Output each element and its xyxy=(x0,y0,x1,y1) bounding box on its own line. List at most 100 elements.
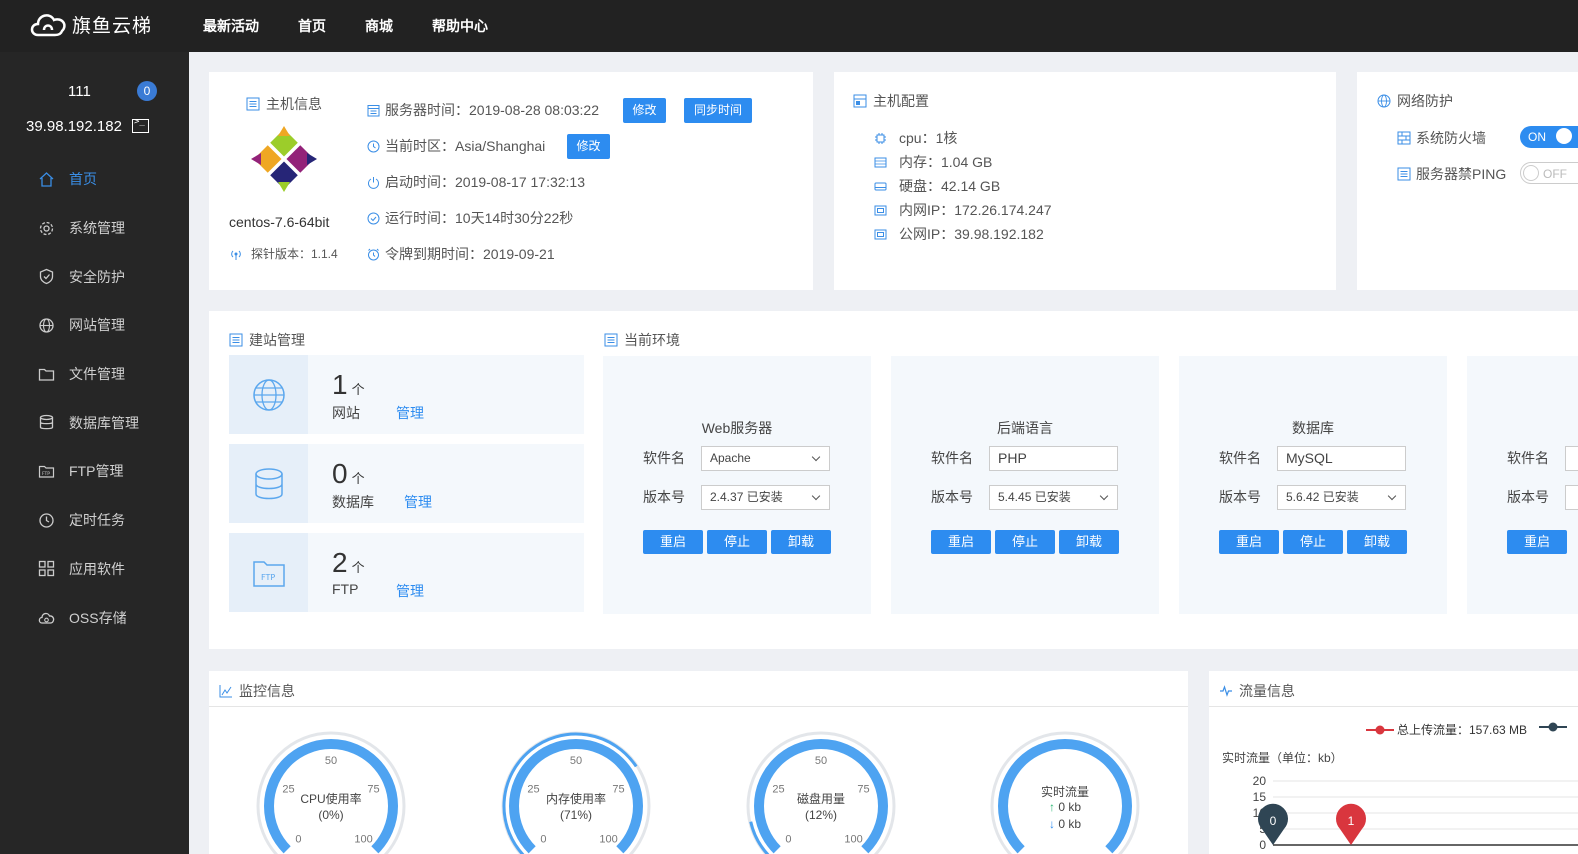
globe-icon xyxy=(252,378,285,411)
manage-ftp-link[interactable]: 管理 xyxy=(396,581,424,601)
clock-icon xyxy=(367,140,380,152)
site-label: 网站 xyxy=(332,405,360,421)
software-name-input[interactable]: PHP xyxy=(989,446,1118,471)
gauge-label: 磁盘用量 xyxy=(796,792,845,806)
sidebar-item-label: 定时任务 xyxy=(69,512,125,529)
stop-button[interactable]: 停止 xyxy=(995,530,1055,554)
software-name-select[interactable]: Apache xyxy=(701,446,830,471)
boot-time: 启动时间：2019-08-17 17:32:13 xyxy=(367,172,585,192)
private-ip-info: 内网IP：172.26.174.247 xyxy=(874,200,1052,220)
nav-latest-activity[interactable]: 最新活动 xyxy=(203,16,259,36)
gauge-tick-label: 50 xyxy=(570,755,582,767)
site-stat-ftp: FTP 2个 FTP 管理 xyxy=(229,533,584,612)
sidebar-item-label: 首页 xyxy=(69,171,97,188)
folder-icon xyxy=(38,368,55,381)
marker-value-label: 1 xyxy=(1348,814,1355,828)
sidebar-item-sites[interactable]: 网站管理 xyxy=(0,301,189,350)
software-name-input[interactable] xyxy=(1565,446,1578,471)
cpu-info: cpu：1核 xyxy=(874,128,957,148)
area-chart-icon xyxy=(219,685,232,698)
env-panel-title: 数据库 xyxy=(1292,420,1334,436)
notification-badge[interactable]: 0 xyxy=(137,81,157,101)
traffic-chart: 2015105001 xyxy=(1253,774,1578,852)
sidebar-item-system[interactable]: 系统管理 xyxy=(0,204,189,253)
sidebar-item-cron[interactable]: 定时任务 xyxy=(0,496,189,545)
memory-info: 内存：1.04 GB xyxy=(874,152,992,172)
logo[interactable]: 旗鱼云梯 xyxy=(28,8,152,40)
version-label: 版本号 xyxy=(1507,489,1549,505)
divider xyxy=(209,706,1188,707)
nav-store[interactable]: 商城 xyxy=(365,16,393,36)
uninstall-button[interactable]: 卸载 xyxy=(1059,530,1119,554)
traffic-down: ↓ 0 kb xyxy=(1048,817,1082,831)
svg-text:FTP: FTP xyxy=(261,573,275,582)
database-icon xyxy=(254,467,283,499)
disk-gauge: 0 25 50 75 100 磁盘用量 (12%) xyxy=(746,731,896,854)
version-select[interactable]: 5.4.45 已安装 xyxy=(989,485,1118,510)
software-name-label: 软件名 xyxy=(1507,450,1549,466)
gauge-value: (71%) xyxy=(559,808,592,822)
edit-timezone-button[interactable]: 修改 xyxy=(567,134,610,159)
chevron-down-icon xyxy=(1387,491,1397,501)
list-icon xyxy=(229,333,243,347)
software-name-input[interactable]: MySQL xyxy=(1277,446,1406,471)
sidebar-item-files[interactable]: 文件管理 xyxy=(0,350,189,399)
restart-button[interactable]: 重启 xyxy=(1507,530,1567,554)
network-card-icon xyxy=(874,205,887,215)
manage-websites-link[interactable]: 管理 xyxy=(396,403,424,423)
nav-help-center[interactable]: 帮助中心 xyxy=(432,16,488,36)
sidebar-menu: 首页 系统管理 安全防护 网站管理 文件管理 数据库管理 FTP FTP管理 定 xyxy=(0,155,189,642)
restart-button[interactable]: 重启 xyxy=(1219,530,1279,554)
hard-disk-icon xyxy=(874,182,887,190)
network-protection-card: 网络防护 系统防火墙 ON 服务器禁PING OFF xyxy=(1357,72,1578,290)
restart-button[interactable]: 重启 xyxy=(931,530,991,554)
uninstall-button[interactable]: 卸载 xyxy=(771,530,831,554)
marker-value-label: 0 xyxy=(1270,814,1277,828)
sidebar-item-label: 数据库管理 xyxy=(69,414,139,431)
firewall-toggle[interactable]: ON xyxy=(1520,126,1578,148)
server-time: 服务器时间：2019-08-28 08:03:22 xyxy=(367,100,599,120)
nav-home[interactable]: 首页 xyxy=(298,16,326,36)
version-label: 版本号 xyxy=(1219,489,1261,505)
sidebar-item-oss[interactable]: OSS存储 xyxy=(0,593,189,642)
uninstall-button[interactable]: 卸载 xyxy=(1347,530,1407,554)
gauge-tick-label: 0 xyxy=(785,834,791,846)
sidebar-item-security[interactable]: 安全防护 xyxy=(0,252,189,301)
traffic-gauge: 实时流量 ↑ 0 kb ↓ 0 kb xyxy=(990,731,1140,854)
host-config-title: 主机配置 xyxy=(853,91,929,111)
site-stat-databases: 0个 数据库 管理 xyxy=(229,444,584,523)
token-expiry: 令牌到期时间：2019-09-21 xyxy=(367,244,555,264)
top-bar: 旗鱼云梯 最新活动 首页 商城 帮助中心 xyxy=(0,0,1578,52)
sidebar-item-label: FTP管理 xyxy=(69,463,124,480)
version-select[interactable]: 2.4.37 已安装 xyxy=(701,485,830,510)
traffic-gauge-label: 实时流量 xyxy=(1040,785,1089,799)
public-ip-info: 公网IP：39.98.192.182 xyxy=(874,224,1044,244)
sync-time-button[interactable]: 同步时间 xyxy=(684,98,752,123)
sidebar-item-home[interactable]: 首页 xyxy=(0,155,189,204)
software-name-label: 软件名 xyxy=(1219,450,1261,466)
sidebar-item-ftp[interactable]: FTP FTP管理 xyxy=(0,447,189,496)
ping-toggle[interactable]: OFF xyxy=(1520,162,1578,184)
legend-upload[interactable]: 总上传流量：157.63 MB xyxy=(1366,721,1527,738)
memory-gauge: 0 25 50 75 100 内存使用率 (71%) xyxy=(501,731,651,854)
restart-button[interactable]: 重启 xyxy=(643,530,703,554)
manage-databases-link[interactable]: 管理 xyxy=(404,492,432,512)
firewall-icon xyxy=(1397,131,1411,145)
terminal-icon[interactable] xyxy=(132,117,149,133)
sidebar: 111 0 39.98.192.182 首页 系统管理 安全防护 网站管理 文件… xyxy=(0,52,189,854)
edit-server-time-button[interactable]: 修改 xyxy=(623,98,666,123)
sidebar-item-apps[interactable]: 应用软件 xyxy=(0,545,189,594)
site-count: 1个 xyxy=(332,369,365,400)
stop-button[interactable]: 停止 xyxy=(707,530,767,554)
version-select[interactable]: 5.6.42 已安装 xyxy=(1277,485,1406,510)
divider xyxy=(1209,706,1578,707)
ping-row: 服务器禁PING xyxy=(1397,164,1506,184)
legend-marker xyxy=(1539,722,1567,732)
stop-button[interactable]: 停止 xyxy=(1283,530,1343,554)
legend-download[interactable] xyxy=(1539,721,1567,733)
site-env-card: 建站管理 1个 网站 管理 0个 数据库 管理 FTP 2个 FTP 管理 当前… xyxy=(209,311,1578,649)
version-select[interactable] xyxy=(1565,485,1578,510)
host-os: centos-7.6-64bit xyxy=(229,214,330,230)
version-label: 版本号 xyxy=(931,489,973,505)
sidebar-item-database[interactable]: 数据库管理 xyxy=(0,398,189,447)
